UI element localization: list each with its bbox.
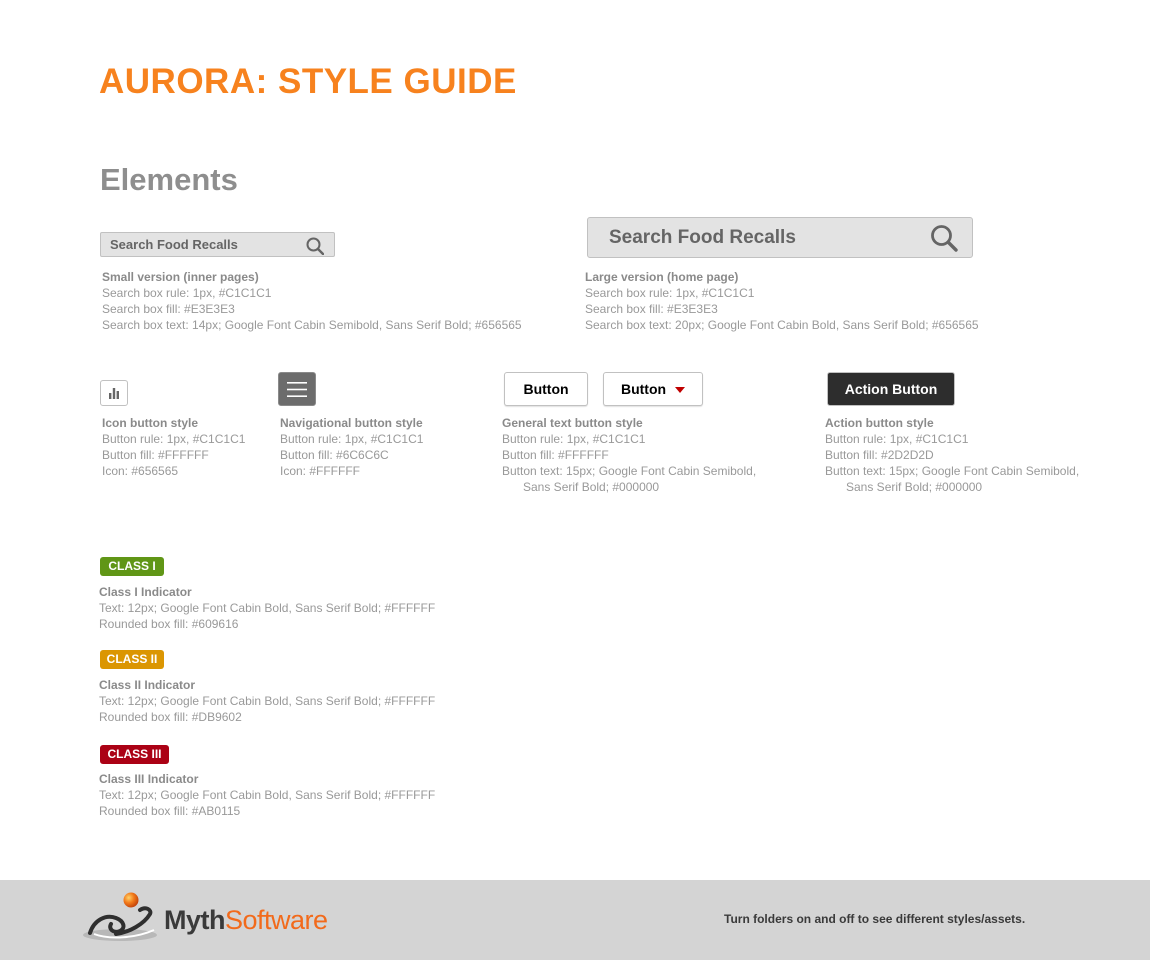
myth-software-logo: MythSoftware — [80, 890, 328, 944]
button-label: Button — [620, 381, 667, 397]
spec-line: Button rule: 1px, #C1C1C1 — [502, 432, 646, 446]
hamburger-menu-icon — [287, 381, 307, 397]
spec-heading: Icon button style — [102, 416, 198, 430]
class-iii-badge: CLASS III — [100, 745, 169, 764]
spec-line: Button fill: #6C6C6C — [280, 448, 389, 462]
logo-mark-icon — [83, 892, 157, 941]
spec-heading: Small version (inner pages) — [102, 270, 259, 284]
general-dropdown-button[interactable]: Button — [603, 372, 703, 406]
button-label: Action Button — [844, 381, 938, 397]
spec-line: Text: 12px; Google Font Cabin Bold, Sans… — [99, 601, 436, 615]
spec-line: Icon: #FFFFFF — [280, 464, 361, 478]
spec-heading: Navigational button style — [280, 416, 423, 430]
search-icon[interactable] — [306, 237, 324, 255]
search-text-large: Search Food Recalls — [609, 226, 796, 248]
spec-line: Icon: #656565 — [102, 464, 179, 478]
spec-heading: Class III Indicator — [99, 772, 199, 786]
spec-line: Button rule: 1px, #C1C1C1 — [102, 432, 246, 446]
spec-line: Text: 12px; Google Font Cabin Bold, Sans… — [99, 788, 436, 802]
spec-line: Button fill: #2D2D2D — [825, 448, 934, 462]
general-button[interactable]: Button — [504, 372, 588, 406]
spec-line: Search box text: 20px; Google Font Cabin… — [585, 318, 979, 332]
nav-button-spec: Navigational button style Button rule: 1… — [280, 415, 423, 479]
spec-line: Button rule: 1px, #C1C1C1 — [280, 432, 424, 446]
spec-line: Button fill: #FFFFFF — [502, 448, 609, 462]
search-large-spec: Large version (home page) Search box rul… — [585, 269, 979, 333]
search-box-small[interactable]: Search Food Recalls — [100, 232, 335, 257]
bar-chart-icon — [109, 388, 119, 399]
class-iii-spec: Class III Indicator Text: 12px; Google F… — [99, 771, 435, 819]
spec-line: Search box rule: 1px, #C1C1C1 — [585, 286, 755, 300]
section-title: Elements — [100, 162, 238, 197]
footer-note: Turn folders on and off to see different… — [724, 912, 1026, 926]
spec-heading: Action button style — [825, 416, 934, 430]
spec-heading: Class II Indicator — [99, 678, 196, 692]
spec-line: Rounded box fill: #AB0115 — [99, 804, 241, 818]
logo-myth-text: Myth — [164, 905, 226, 935]
class-i-spec: Class I Indicator Text: 12px; Google Fon… — [99, 584, 435, 632]
icon-button[interactable] — [100, 380, 128, 406]
spec-line: Sans Serif Bold; #000000 — [523, 480, 660, 494]
spec-line: Rounded box fill: #609616 — [99, 617, 239, 631]
spec-line: Button text: 15px; Google Font Cabin Sem… — [825, 464, 1080, 478]
spec-line: Search box text: 14px; Google Font Cabin… — [102, 318, 522, 332]
search-icon[interactable] — [930, 224, 958, 252]
spec-line: Button text: 15px; Google Font Cabin Sem… — [502, 464, 757, 478]
spec-line: Button rule: 1px, #C1C1C1 — [825, 432, 969, 446]
logo-software-text: Software — [225, 905, 328, 935]
general-button-spec: General text button style Button rule: 1… — [502, 415, 756, 495]
button-label: Button — [523, 381, 569, 397]
spec-line: Sans Serif Bold; #000000 — [846, 480, 983, 494]
spec-heading: General text button style — [502, 416, 643, 430]
spec-line: Text: 12px; Google Font Cabin Bold, Sans… — [99, 694, 436, 708]
page-title: AURORA: STYLE GUIDE — [99, 62, 517, 101]
spec-line: Rounded box fill: #DB9602 — [99, 710, 242, 724]
class-ii-badge: CLASS II — [100, 650, 164, 669]
action-button[interactable]: Action Button — [827, 372, 955, 406]
action-button-spec: Action button style Button rule: 1px, #C… — [825, 415, 1079, 495]
nav-menu-button[interactable] — [278, 372, 316, 406]
spec-line: Search box fill: #E3E3E3 — [585, 302, 718, 316]
search-text-small: Search Food Recalls — [110, 237, 238, 252]
class-ii-spec: Class II Indicator Text: 12px; Google Fo… — [99, 677, 435, 725]
logo-wordmark: MythSoftware — [164, 905, 328, 936]
spec-heading: Class I Indicator — [99, 585, 192, 599]
spec-line: Button fill: #FFFFFF — [102, 448, 209, 462]
spec-heading: Large version (home page) — [585, 270, 739, 284]
icon-button-spec: Icon button style Button rule: 1px, #C1C… — [102, 415, 245, 479]
caret-down-icon — [675, 387, 686, 393]
spec-line: Search box rule: 1px, #C1C1C1 — [102, 286, 272, 300]
class-i-badge: CLASS I — [100, 557, 164, 576]
search-box-large[interactable]: Search Food Recalls — [587, 217, 973, 258]
spec-line: Search box fill: #E3E3E3 — [102, 302, 235, 316]
search-small-spec: Small version (inner pages) Search box r… — [102, 269, 522, 333]
